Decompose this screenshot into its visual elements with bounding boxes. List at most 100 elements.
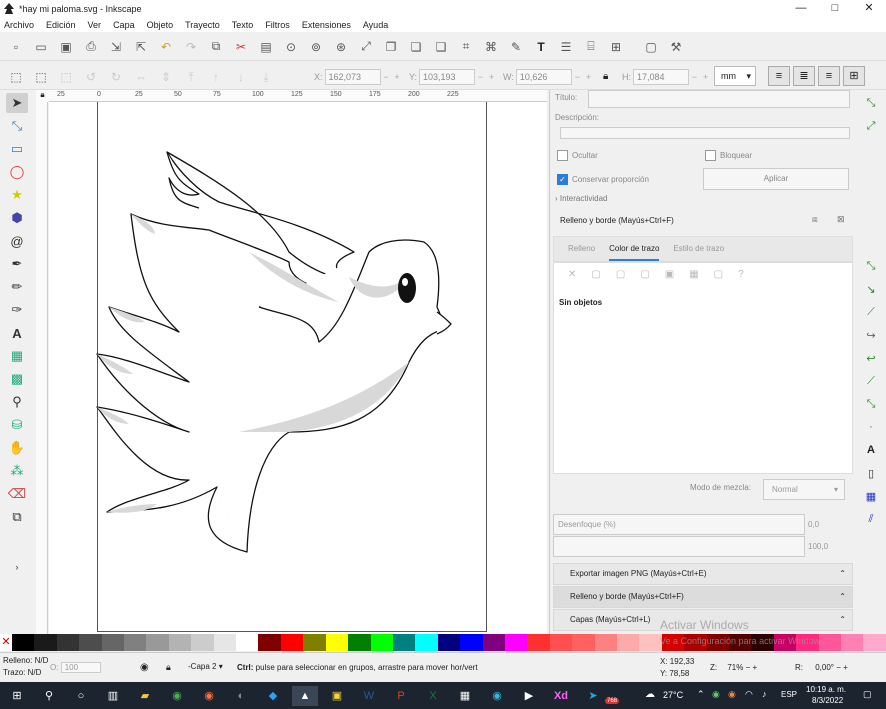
- excel-icon[interactable]: X: [420, 686, 446, 706]
- group-icon[interactable]: ⌗: [456, 38, 476, 56]
- edge-icon[interactable]: ◉: [484, 686, 510, 706]
- color-swatch[interactable]: [236, 634, 259, 651]
- menu-ayuda[interactable]: Ayuda: [363, 20, 388, 30]
- snap-paths-icon[interactable]: ↘: [860, 279, 882, 299]
- color-swatch[interactable]: [863, 634, 886, 651]
- dropper-tool-icon[interactable]: ⚲: [6, 392, 28, 412]
- color-swatch[interactable]: [101, 634, 125, 651]
- interactivity-expander[interactable]: › Interactividad: [555, 194, 608, 203]
- raise-top-icon[interactable]: ⤒: [181, 68, 201, 86]
- opacity-status-input[interactable]: 100: [60, 662, 101, 673]
- flip-horizontal-icon[interactable]: ⇔: [131, 68, 151, 86]
- new-document-icon[interactable]: ▫: [6, 38, 26, 56]
- color-swatch[interactable]: [594, 634, 617, 651]
- x-input[interactable]: 162,073: [324, 68, 381, 85]
- w-minus[interactable]: −: [572, 72, 583, 82]
- menu-extensiones[interactable]: Extensiones: [302, 20, 351, 30]
- snap-nodes-icon[interactable]: ⤡: [860, 256, 882, 276]
- color-swatch[interactable]: [841, 634, 864, 651]
- no-paint-icon[interactable]: ✕: [568, 269, 576, 280]
- menu-trayecto[interactable]: Trayecto: [185, 20, 220, 30]
- snap-cusp-icon[interactable]: ↪: [860, 325, 882, 345]
- zoom-selection-icon[interactable]: ⊙: [281, 38, 301, 56]
- language-indicator[interactable]: ESP: [781, 690, 797, 699]
- color-swatch[interactable]: [527, 634, 550, 651]
- color-swatch[interactable]: [415, 634, 438, 651]
- h-minus[interactable]: −: [689, 72, 700, 82]
- pattern-icon[interactable]: ▦: [689, 269, 698, 280]
- close-button[interactable]: ✕: [852, 0, 886, 17]
- snap-text-baseline-icon[interactable]: A: [860, 440, 882, 460]
- scale-stroke-icon[interactable]: ≡: [768, 66, 790, 86]
- y-plus[interactable]: +: [486, 72, 497, 82]
- x-plus[interactable]: +: [392, 72, 403, 82]
- deselect-icon[interactable]: ⬚: [56, 68, 76, 86]
- color-swatch[interactable]: [392, 634, 416, 651]
- apply-button[interactable]: Aplicar: [703, 168, 849, 190]
- document-properties-icon[interactable]: ▢: [641, 38, 661, 56]
- rotation-minus[interactable]: −: [836, 663, 841, 672]
- zoom-page-icon[interactable]: ⊛: [331, 38, 351, 56]
- flat-color-icon[interactable]: ▢: [591, 269, 600, 280]
- snap-centers-icon[interactable]: ⤡: [860, 394, 882, 414]
- mesh-gradient-icon[interactable]: ▣: [665, 269, 674, 280]
- mesh-tool-icon[interactable]: ▩: [6, 369, 28, 389]
- raise-icon[interactable]: ↑: [206, 68, 226, 86]
- copy-icon[interactable]: ⧉: [206, 38, 226, 56]
- height-input[interactable]: 17,084: [633, 68, 689, 85]
- unset-paint-icon[interactable]: ?: [738, 269, 744, 280]
- firefox-icon[interactable]: ◉: [196, 686, 222, 706]
- preferences-icon[interactable]: ⚒: [666, 38, 686, 56]
- x-minus[interactable]: −: [381, 72, 392, 82]
- tray-app-icon[interactable]: ◉: [712, 689, 720, 700]
- spray-tool-icon[interactable]: ⁂: [6, 461, 28, 481]
- flip-vertical-icon[interactable]: ⇕: [156, 68, 176, 86]
- circle-taskview-icon[interactable]: ○: [68, 686, 94, 706]
- lower-icon[interactable]: ↓: [231, 68, 251, 86]
- tweak-tool-icon[interactable]: ✋: [6, 438, 28, 458]
- menu-filtros[interactable]: Filtros: [265, 20, 290, 30]
- drawing-canvas[interactable]: [49, 102, 547, 634]
- pencil-tool-icon[interactable]: ✏: [6, 277, 28, 297]
- cut-icon[interactable]: ✂: [231, 38, 251, 56]
- text-tool-icon[interactable]: A: [6, 323, 28, 343]
- lower-bottom-icon[interactable]: ⤓: [256, 68, 276, 86]
- snap-rotation-icon[interactable]: ·: [860, 417, 882, 437]
- text-font-icon[interactable]: T: [531, 38, 551, 56]
- color-swatch[interactable]: [504, 634, 528, 651]
- media-player-icon[interactable]: ▶: [516, 686, 542, 706]
- inkscape-taskbar-icon[interactable]: ▲: [292, 685, 318, 706]
- y-input[interactable]: 103,193: [419, 68, 476, 85]
- lock-checkbox[interactable]: Bloquear: [705, 150, 752, 161]
- snap-intersections-icon[interactable]: ⟋: [860, 302, 882, 322]
- unit-select[interactable]: mm ▾: [714, 66, 756, 86]
- calculator-icon[interactable]: ▦: [452, 686, 478, 706]
- notification-center-icon[interactable]: ▢: [863, 689, 872, 700]
- telegram-icon[interactable]: ➤: [580, 686, 606, 706]
- radial-gradient-icon[interactable]: ▢: [640, 269, 649, 280]
- file-explorer-icon[interactable]: ▰: [132, 686, 158, 706]
- clone-icon[interactable]: ❏: [406, 38, 426, 56]
- color-swatch[interactable]: [146, 634, 169, 651]
- close-dialog-icon[interactable]: ⊠: [837, 214, 845, 225]
- ellipse-tool-icon[interactable]: ◯: [6, 162, 28, 182]
- print-icon[interactable]: ⎙: [81, 38, 101, 56]
- pen-tool-icon[interactable]: ✒: [6, 254, 28, 274]
- xml-editor-icon[interactable]: ⌸: [581, 38, 601, 56]
- color-swatch[interactable]: [303, 634, 326, 651]
- color-swatch[interactable]: [572, 634, 595, 651]
- word-icon[interactable]: W: [356, 686, 382, 706]
- node-tool-icon[interactable]: ⤡: [6, 116, 28, 136]
- color-swatch[interactable]: [34, 634, 57, 651]
- powerpoint-icon[interactable]: P: [388, 686, 414, 706]
- layers-icon[interactable]: ☰: [556, 38, 576, 56]
- rotation-value[interactable]: 0,00°: [815, 663, 834, 672]
- scale-corners-icon[interactable]: ≣: [793, 66, 815, 86]
- snap-enable-icon[interactable]: ⤡: [860, 93, 882, 113]
- save-icon[interactable]: ▣: [56, 38, 76, 56]
- select-all-layers-icon[interactable]: ⬚: [31, 68, 51, 86]
- menu-capa[interactable]: Capa: [113, 20, 135, 30]
- move-gradients-icon[interactable]: ≡: [818, 66, 840, 86]
- calligraphy-tool-icon[interactable]: ✑: [6, 300, 28, 320]
- y-minus[interactable]: −: [475, 72, 486, 82]
